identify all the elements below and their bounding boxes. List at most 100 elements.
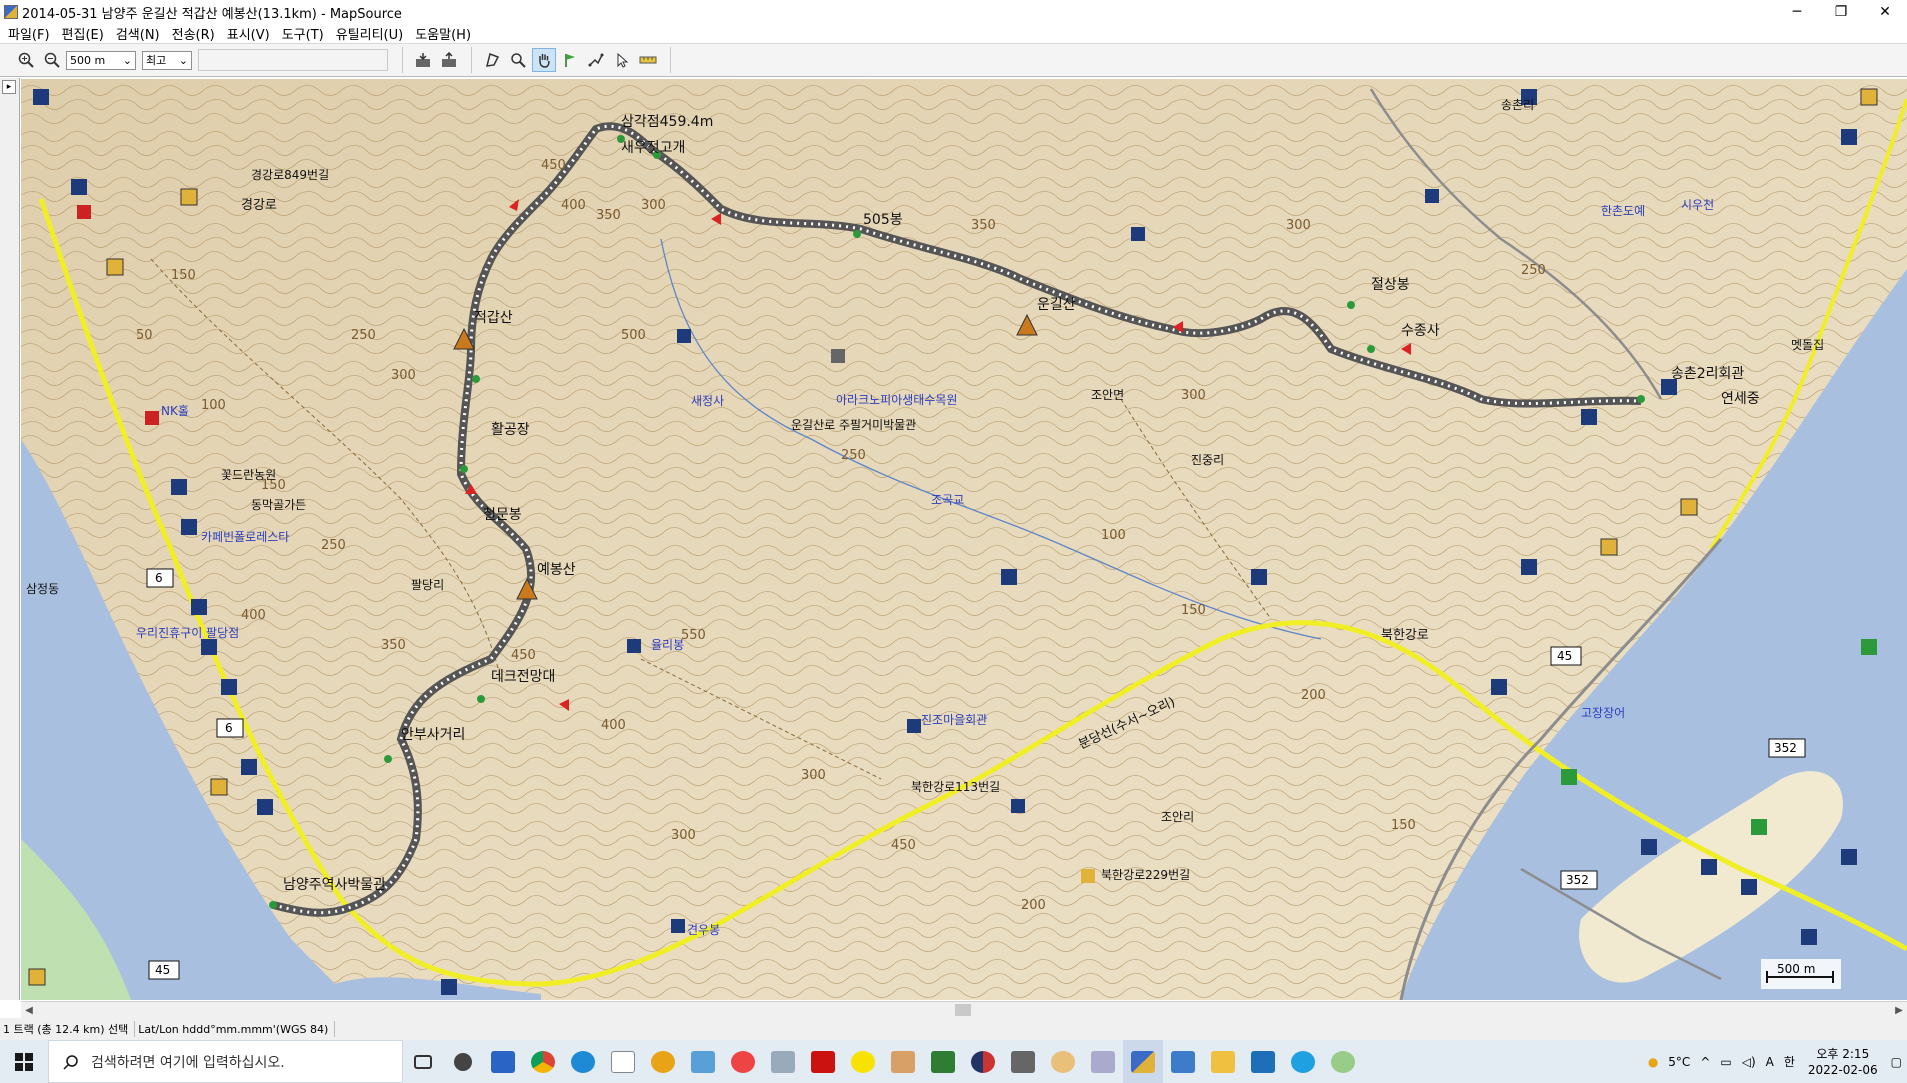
weather-temp[interactable]: 5°C xyxy=(1668,1055,1690,1069)
volume-icon[interactable]: ◁) xyxy=(1742,1055,1756,1069)
waypoint-dot[interactable] xyxy=(477,695,485,703)
waypoint-dot[interactable] xyxy=(460,465,468,473)
svg-text:100: 100 xyxy=(201,398,226,413)
send-icon xyxy=(442,52,456,67)
waypoint-label: 수종사 xyxy=(1401,323,1440,339)
waypoint-label: 절상봉 xyxy=(1371,277,1410,293)
scroll-left-arrow[interactable]: ◀ xyxy=(21,1003,37,1017)
side-panel-collapsed: ▸ xyxy=(0,78,20,1000)
ie-app[interactable] xyxy=(1283,1040,1323,1083)
menu-tools[interactable]: 도구(T) xyxy=(278,24,332,43)
receive-from-device-button[interactable] xyxy=(411,48,435,72)
kakaotalk-app[interactable] xyxy=(843,1040,883,1083)
hand-tool[interactable] xyxy=(532,48,556,72)
waypoint-dot[interactable] xyxy=(269,901,277,909)
scale-bar: 500 m xyxy=(1761,959,1841,989)
road-label: 북한강로 xyxy=(1381,628,1429,643)
notification-icon[interactable]: ▢ xyxy=(1891,1055,1902,1069)
close-button[interactable]: ✕ xyxy=(1863,0,1907,24)
svg-text:350: 350 xyxy=(596,208,621,223)
waypoint-dot[interactable] xyxy=(1367,345,1375,353)
korean-app[interactable] xyxy=(963,1040,1003,1083)
paint-app[interactable] xyxy=(723,1040,763,1083)
weather-icon[interactable]: ● xyxy=(1648,1055,1658,1069)
brush-app[interactable] xyxy=(1083,1040,1123,1083)
edge-app[interactable] xyxy=(563,1040,603,1083)
pointer-icon xyxy=(617,52,629,68)
hand-icon xyxy=(539,54,550,68)
detail-level-select[interactable]: 최고 ⌄ xyxy=(142,50,192,70)
taskbar-search[interactable]: 검색하려면 여기에 입력하십시오. xyxy=(48,1040,403,1083)
waypoint-label: 삼각점459.4m xyxy=(621,114,713,130)
clock[interactable]: 오후 2:15 2022-02-06 xyxy=(1808,1046,1878,1078)
svg-text:150: 150 xyxy=(171,268,196,283)
waypoint-dot[interactable] xyxy=(1347,301,1355,309)
search-icon xyxy=(63,1054,78,1070)
place-label: 북한강로229번길 xyxy=(1101,868,1190,882)
receive-icon xyxy=(416,53,430,67)
feather-app[interactable] xyxy=(763,1040,803,1083)
explorer-app[interactable] xyxy=(1203,1040,1243,1083)
chevron-up-icon[interactable]: ^ xyxy=(1700,1055,1710,1069)
waypoint-dot[interactable] xyxy=(384,755,392,763)
menu-edit[interactable]: 편집(E) xyxy=(58,24,112,43)
shield-6: 6 xyxy=(155,571,163,585)
restore-button[interactable]: ❐ xyxy=(1819,0,1863,24)
blue-app[interactable] xyxy=(1243,1040,1283,1083)
calculator-app[interactable] xyxy=(1003,1040,1043,1083)
minimize-button[interactable]: ─ xyxy=(1775,0,1819,24)
app-icon xyxy=(1251,1050,1275,1073)
waypoint-dot[interactable] xyxy=(472,375,480,383)
map-app[interactable] xyxy=(1163,1040,1203,1083)
menu-transfer[interactable]: 전송(R) xyxy=(168,24,223,43)
horizontal-scrollbar[interactable]: ◀ ▶ xyxy=(21,1001,1907,1018)
expand-panel-button[interactable]: ▸ xyxy=(2,80,16,94)
map-product-field[interactable] xyxy=(198,49,388,71)
mapsource-icon xyxy=(1131,1050,1155,1073)
file-app[interactable] xyxy=(603,1040,643,1083)
chrome-app[interactable] xyxy=(523,1040,563,1083)
image-app[interactable] xyxy=(683,1040,723,1083)
character-app[interactable] xyxy=(1043,1040,1083,1083)
route-tool[interactable] xyxy=(584,48,608,72)
map-select-tool[interactable] xyxy=(480,48,504,72)
task-view-button[interactable] xyxy=(403,1040,443,1083)
select-tool[interactable] xyxy=(610,48,634,72)
scroll-right-arrow[interactable]: ▶ xyxy=(1891,1003,1907,1017)
zoom-out-button[interactable] xyxy=(40,48,64,72)
ime-mode-a[interactable]: A xyxy=(1766,1055,1774,1069)
ime-mode-han[interactable]: 한 xyxy=(1784,1053,1795,1070)
face-app[interactable] xyxy=(883,1040,923,1083)
svg-text:350: 350 xyxy=(381,638,406,653)
zoom-tool[interactable] xyxy=(506,48,530,72)
waypoint-tool[interactable] xyxy=(558,48,582,72)
store-app[interactable] xyxy=(483,1040,523,1083)
map-view[interactable]: 450 400 350 300 350 300 250 300 250 500 100 150 … xyxy=(21,79,1907,1000)
menu-file[interactable]: 파일(F) xyxy=(4,24,58,43)
sun-app[interactable] xyxy=(643,1040,683,1083)
chart-app[interactable] xyxy=(923,1040,963,1083)
title-bar: 2014-05-31 남양주 운길산 적갑산 예봉산(13.1km) - Map… xyxy=(0,0,1907,24)
toolbar-separator xyxy=(402,47,403,73)
menu-utilities[interactable]: 유틸리티(U) xyxy=(332,24,412,43)
network-icon[interactable]: ▭ xyxy=(1720,1055,1731,1069)
scroll-thumb[interactable] xyxy=(955,1004,971,1016)
measure-tool[interactable] xyxy=(636,48,660,72)
owl-app[interactable] xyxy=(1323,1040,1363,1083)
map-canvas[interactable]: 450400350 300350 300 250300250 500100150 … xyxy=(21,79,1907,1000)
gear-icon xyxy=(454,1052,472,1071)
send-to-device-button[interactable] xyxy=(437,48,461,72)
mapsource-task[interactable] xyxy=(1123,1040,1163,1083)
zoom-in-button[interactable] xyxy=(14,48,38,72)
zoom-scale-select[interactable]: 500 m ⌄ xyxy=(66,50,136,70)
settings-app[interactable] xyxy=(443,1040,483,1083)
place-label: 우리진휴구이 팔당점 xyxy=(136,626,239,640)
menu-help[interactable]: 도움말(H) xyxy=(411,24,479,43)
menu-view[interactable]: 표시(V) xyxy=(223,24,278,43)
store-icon xyxy=(491,1050,515,1073)
p-app[interactable] xyxy=(803,1040,843,1083)
menu-search[interactable]: 검색(N) xyxy=(112,24,168,43)
waypoint-dot[interactable] xyxy=(1637,395,1645,403)
start-button[interactable] xyxy=(0,1040,48,1083)
waypoint-dot[interactable] xyxy=(853,230,861,238)
